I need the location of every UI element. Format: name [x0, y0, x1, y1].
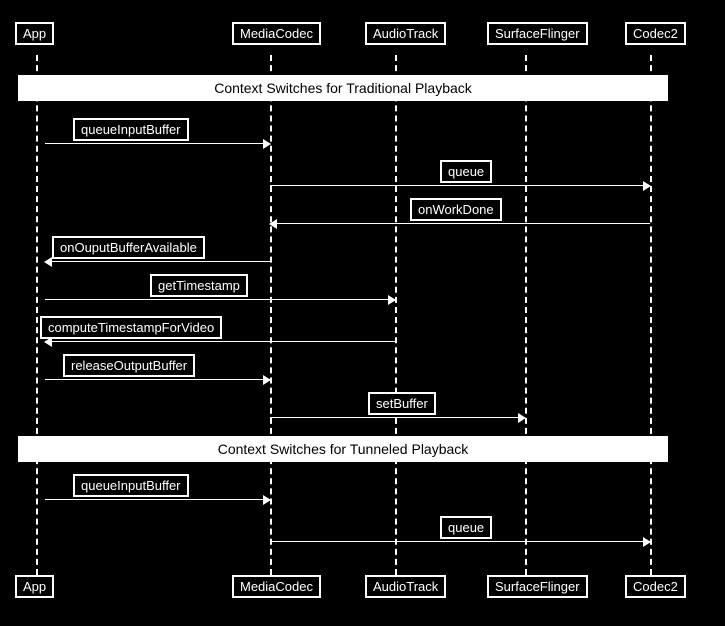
- codec2-lifeline: [650, 55, 652, 575]
- audiotrack-lifeline: [395, 55, 397, 575]
- onWorkDone-label: onWorkDone: [410, 198, 502, 221]
- actor-codec2-footer: Codec2: [625, 575, 686, 598]
- actor-app-header: App: [15, 22, 54, 45]
- actor-surfaceflinger-header: SurfaceFlinger: [487, 22, 588, 45]
- computeTimestampForVideo-arrow: [45, 341, 395, 342]
- queueInputBuffer2-label: queueInputBuffer: [73, 474, 189, 497]
- releaseOutputBuffer-arrow: [45, 379, 270, 380]
- actor-app-footer: App: [15, 575, 54, 598]
- actor-mediacodec-footer: MediaCodec: [232, 575, 321, 598]
- setBuffer-arrow: [270, 417, 525, 418]
- actor-codec2-header: Codec2: [625, 22, 686, 45]
- queue2-arrow: [270, 541, 650, 542]
- setBuffer-label: setBuffer: [368, 392, 436, 415]
- tunneled-section: Context Switches for Tunneled Playback: [18, 436, 668, 462]
- computeTimestampForVideo-label: computeTimestampForVideo: [40, 316, 222, 339]
- actor-surfaceflinger-footer: SurfaceFlinger: [487, 575, 588, 598]
- getTimestamp-arrow: [45, 299, 395, 300]
- getTimestamp-label: getTimestamp: [150, 274, 248, 297]
- surfaceflinger-lifeline: [525, 55, 527, 575]
- onOuputBufferAvailable-arrow: [45, 261, 270, 262]
- queueInputBuffer2-arrow: [45, 499, 270, 500]
- queueInputBuffer1-arrow: [45, 143, 270, 144]
- actor-mediacodec-header: MediaCodec: [232, 22, 321, 45]
- queue1-label: queue: [440, 160, 492, 183]
- actor-audiotrack-header: AudioTrack: [365, 22, 446, 45]
- releaseOutputBuffer-label: releaseOutputBuffer: [63, 354, 195, 377]
- queueInputBuffer1-label: queueInputBuffer: [73, 118, 189, 141]
- actor-audiotrack-footer: AudioTrack: [365, 575, 446, 598]
- queue1-arrow: [270, 185, 650, 186]
- traditional-section: Context Switches for Traditional Playbac…: [18, 75, 668, 101]
- app-lifeline: [36, 55, 38, 575]
- onWorkDone-arrow: [270, 223, 650, 224]
- queue2-label: queue: [440, 516, 492, 539]
- sequence-diagram: App MediaCodec AudioTrack SurfaceFlinger…: [0, 0, 725, 626]
- onOuputBufferAvailable-label: onOuputBufferAvailable: [52, 236, 205, 259]
